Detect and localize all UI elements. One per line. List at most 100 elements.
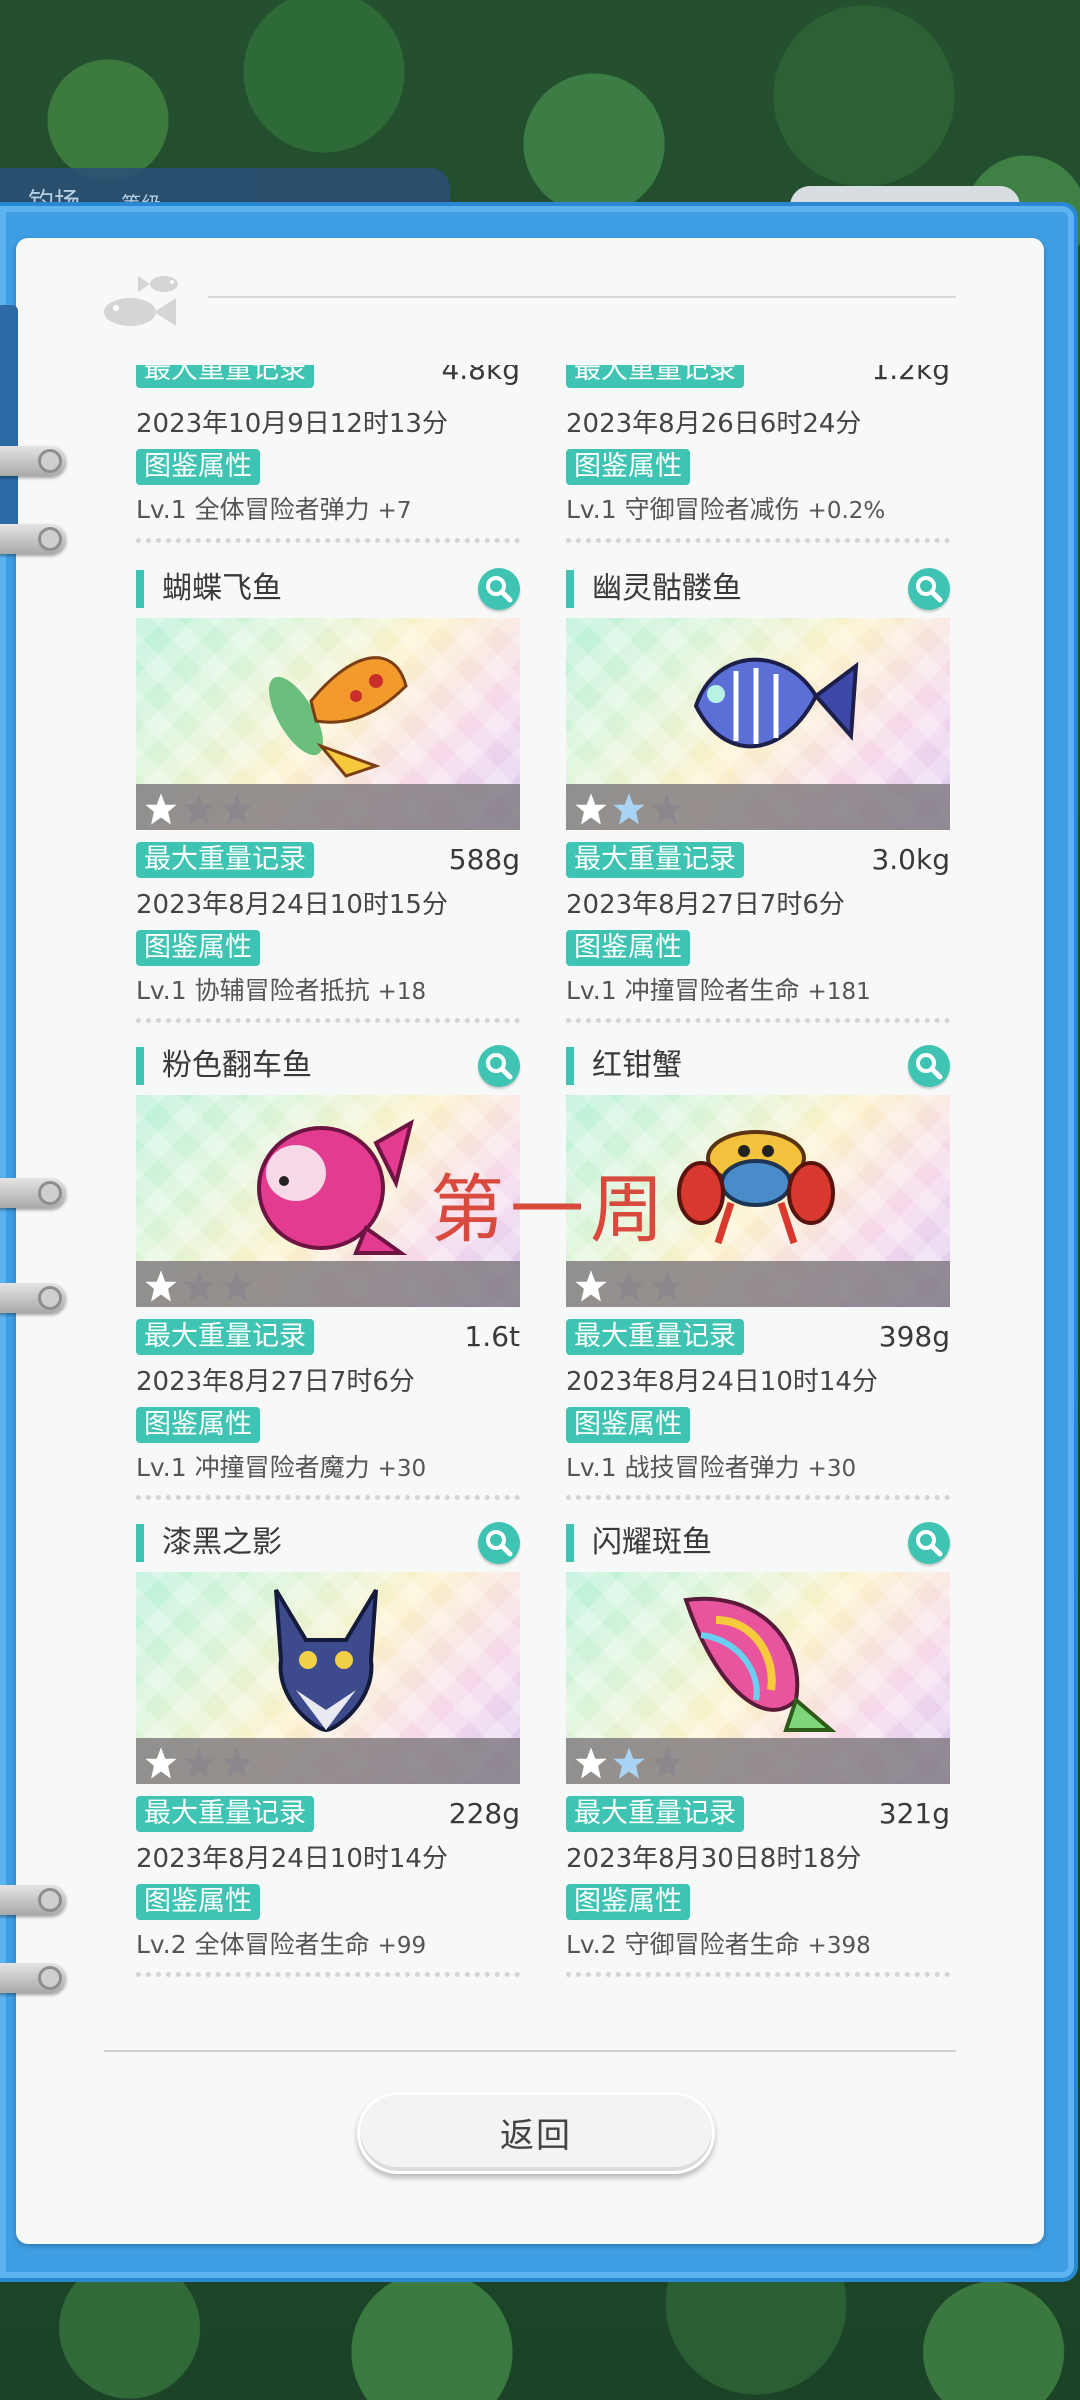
star-icon	[221, 1270, 253, 1302]
max-weight-value: 4.8kg	[441, 365, 520, 386]
attr-tag: 图鉴属性	[136, 449, 260, 485]
max-weight-tag: 最大重量记录	[136, 1796, 314, 1832]
divider-dots	[566, 1972, 950, 1977]
attr-text: Lv.1 守御冒险者减伤 +0.2%	[566, 495, 886, 524]
max-weight-tag: 最大重量记录	[566, 1319, 744, 1355]
star-rating	[136, 1738, 520, 1784]
max-weight-value: 3.0kg	[871, 843, 950, 876]
left-strip	[0, 305, 18, 540]
max-weight-tag: 最大重量记录	[136, 365, 314, 388]
star-icon	[183, 793, 215, 825]
star-icon	[183, 1747, 215, 1779]
title-accent	[136, 1047, 144, 1085]
binder-ring	[0, 1885, 66, 1915]
max-weight-tag: 最大重量记录	[136, 1319, 314, 1355]
magnify-button[interactable]	[908, 568, 950, 610]
binder-ring	[0, 524, 66, 554]
divider-dots	[136, 1972, 520, 1977]
magnify-button[interactable]	[478, 1045, 520, 1087]
star-rating	[136, 1261, 520, 1307]
max-weight-tag: 最大重量记录	[566, 365, 744, 388]
record-date: 2023年8月27日7时6分	[136, 1367, 415, 1397]
fish-portrait	[136, 1572, 520, 1784]
attr-tag: 图鉴属性	[566, 449, 690, 485]
max-weight-value: 321g	[878, 1797, 950, 1830]
attr-tag: 图鉴属性	[566, 930, 690, 966]
attr-tag: 图鉴属性	[136, 930, 260, 966]
record-date: 2023年8月26日6时24分	[566, 409, 862, 439]
divider-dots	[566, 1018, 950, 1023]
magnify-icon	[486, 1530, 513, 1557]
record-date: 2023年10月9日12时13分	[136, 409, 448, 439]
attr-text: Lv.1 战技冒险者弹力 +30	[566, 1453, 857, 1482]
attr-text: Lv.2 全体冒险者生命 +99	[136, 1930, 427, 1959]
attr-text: Lv.1 全体冒险者弹力 +7	[136, 495, 412, 524]
header-divider	[208, 296, 956, 298]
divider-dots	[566, 1495, 950, 1500]
title-accent	[136, 1524, 144, 1562]
magnify-icon	[486, 576, 513, 603]
divider-dots	[566, 538, 950, 543]
flying-fish-icon	[269, 656, 408, 778]
fish-name: 漆黑之影	[162, 1525, 282, 1560]
magnify-button[interactable]	[478, 1522, 520, 1564]
magnify-icon	[916, 1530, 943, 1557]
star-icon	[651, 1270, 683, 1302]
fish-icon	[104, 276, 178, 326]
magnify-button[interactable]	[908, 1522, 950, 1564]
fish-name: 粉色翻车鱼	[162, 1048, 312, 1083]
record-date: 2023年8月24日10时14分	[566, 1367, 878, 1397]
star-icon	[613, 1747, 645, 1779]
sunfish-icon	[257, 1118, 415, 1255]
max-weight-tag: 最大重量记录	[136, 842, 314, 878]
star-rating	[566, 1261, 950, 1307]
record-date: 2023年8月27日7时6分	[566, 890, 845, 920]
attr-tag: 图鉴属性	[136, 1407, 260, 1443]
binder-ring	[0, 1963, 66, 1993]
attr-text: Lv.1 冲撞冒险者生命 +181	[566, 976, 871, 1005]
attr-text: Lv.1 协辅冒险者抵抗 +18	[136, 976, 427, 1005]
crab-icon	[677, 1130, 835, 1245]
star-icon	[613, 793, 645, 825]
star-icon	[613, 1270, 645, 1302]
star-rating	[136, 784, 520, 830]
fish-name: 红钳蟹	[592, 1048, 682, 1083]
max-weight-value: 398g	[878, 1320, 950, 1353]
magnify-button[interactable]	[478, 568, 520, 610]
star-icon	[145, 1747, 177, 1779]
skeleton-fish-icon	[693, 657, 859, 749]
star-icon	[575, 1270, 607, 1302]
star-icon	[145, 793, 177, 825]
fish-portrait	[136, 618, 520, 830]
magnify-icon	[916, 576, 943, 603]
attr-tag: 图鉴属性	[566, 1407, 690, 1443]
star-icon	[651, 1747, 683, 1779]
max-weight-value: 1.2kg	[871, 365, 950, 386]
magnify-button[interactable]	[908, 1045, 950, 1087]
star-icon	[145, 1270, 177, 1302]
attr-tag: 图鉴属性	[136, 1884, 260, 1920]
max-weight-value: 228g	[448, 1797, 520, 1830]
divider-dots	[136, 1018, 520, 1023]
star-icon	[183, 1270, 215, 1302]
magnify-icon	[916, 1053, 943, 1080]
fish-name: 蝴蝶飞鱼	[162, 571, 282, 606]
fish-portrait	[566, 1572, 950, 1784]
star-icon	[221, 1747, 253, 1779]
record-date: 2023年8月24日10时14分	[136, 1844, 448, 1874]
star-rating	[566, 1738, 950, 1784]
fish-name: 闪耀斑鱼	[592, 1525, 712, 1560]
star-icon	[651, 793, 683, 825]
attr-text: Lv.1 冲撞冒险者魔力 +30	[136, 1453, 427, 1482]
star-icon	[575, 1747, 607, 1779]
binder-ring	[0, 1178, 66, 1208]
divider-dots	[136, 538, 520, 543]
binder-ring	[0, 446, 66, 476]
title-accent	[566, 570, 574, 608]
week-watermark: 第一周	[430, 1167, 670, 1253]
return-button[interactable]: 返回	[357, 2092, 715, 2174]
fish-name: 幽灵骷髅鱼	[592, 571, 742, 606]
bottom-divider	[104, 2050, 956, 2052]
max-weight-value: 1.6t	[464, 1320, 520, 1353]
star-icon	[221, 793, 253, 825]
